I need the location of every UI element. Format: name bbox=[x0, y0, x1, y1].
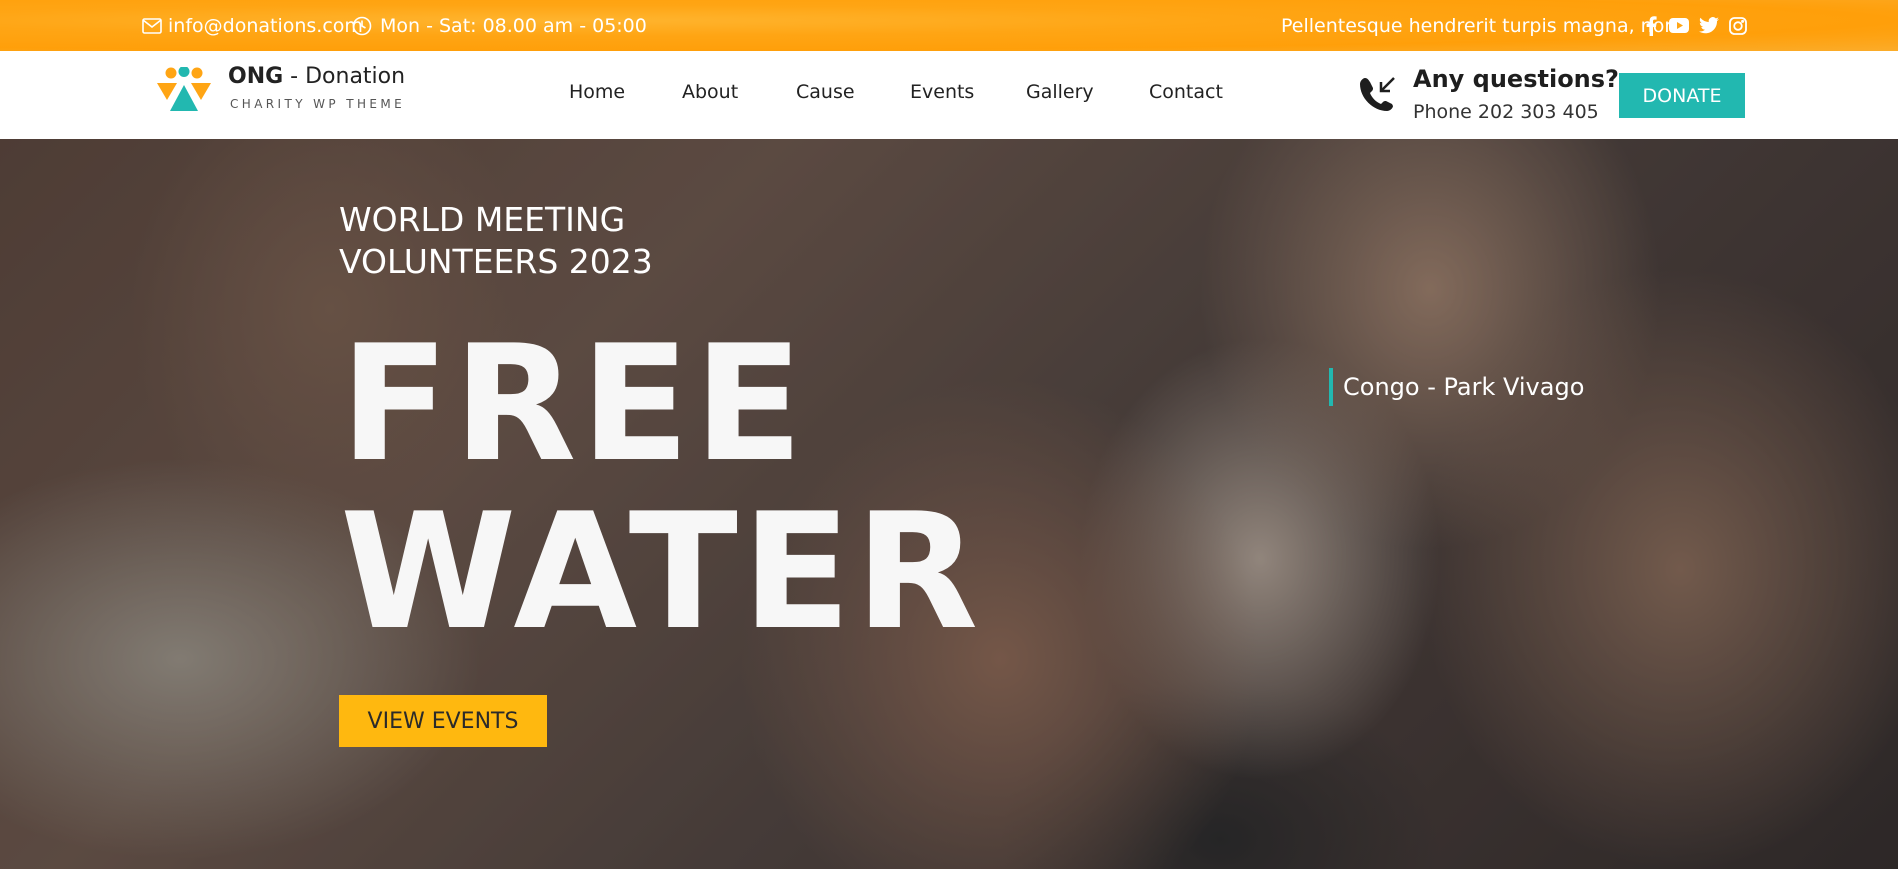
email-text: info@donations.com bbox=[168, 14, 363, 37]
nav-home[interactable]: Home bbox=[569, 81, 625, 103]
nav-gallery[interactable]: Gallery bbox=[1026, 81, 1094, 103]
contact-phone[interactable]: Phone 202 303 405 bbox=[1413, 101, 1599, 123]
twitter-icon[interactable] bbox=[1699, 17, 1719, 34]
phone-call-icon bbox=[1356, 74, 1398, 116]
logo-subtitle: CHARITY WP THEME bbox=[230, 97, 406, 111]
nav-events[interactable]: Events bbox=[910, 81, 974, 103]
logo-brand: ONG bbox=[228, 64, 284, 89]
hero-subtitle: WORLD MEETING VOLUNTEERS 2023 bbox=[339, 200, 653, 281]
contact-title: Any questions? bbox=[1413, 65, 1619, 93]
mail-icon bbox=[142, 17, 162, 34]
logo-separator: - bbox=[283, 64, 306, 89]
youtube-icon[interactable] bbox=[1669, 18, 1689, 33]
hero-banner: WORLD MEETING VOLUNTEERS 2023 FREE WATER… bbox=[0, 139, 1898, 869]
logo-icon[interactable] bbox=[154, 66, 214, 115]
hero-title-line1: FREE bbox=[340, 310, 808, 497]
opening-hours: Mon - Sat: 08.00 am - 05:00 bbox=[352, 0, 647, 51]
tagline-text: Pellentesque hendrerit turpis magna, non bbox=[1281, 14, 1677, 37]
clock-icon bbox=[352, 16, 372, 35]
logo-title[interactable]: ONG - Donation bbox=[228, 64, 405, 89]
donate-button[interactable]: DONATE bbox=[1619, 73, 1745, 118]
topbar-tagline: Pellentesque hendrerit turpis magna, non bbox=[1281, 0, 1676, 51]
email-contact[interactable]: info@donations.com bbox=[142, 0, 363, 51]
logo-name: Donation bbox=[305, 64, 406, 89]
facebook-icon[interactable] bbox=[1645, 15, 1657, 36]
main-header: ONG - Donation CHARITY WP THEME Home Abo… bbox=[0, 51, 1898, 139]
nav-about[interactable]: About bbox=[682, 81, 738, 103]
top-bar: info@donations.com Mon - Sat: 08.00 am -… bbox=[0, 0, 1898, 51]
nav-cause[interactable]: Cause bbox=[796, 81, 855, 103]
nav-contact[interactable]: Contact bbox=[1149, 81, 1223, 103]
instagram-icon[interactable] bbox=[1729, 16, 1747, 35]
hours-text: Mon - Sat: 08.00 am - 05:00 bbox=[380, 14, 647, 37]
hero-title-line2: WATER bbox=[340, 478, 983, 665]
view-events-button[interactable]: VIEW EVENTS bbox=[339, 695, 547, 747]
location-label: Congo - Park Vivago bbox=[1329, 368, 1584, 406]
social-links bbox=[1645, 0, 1747, 51]
